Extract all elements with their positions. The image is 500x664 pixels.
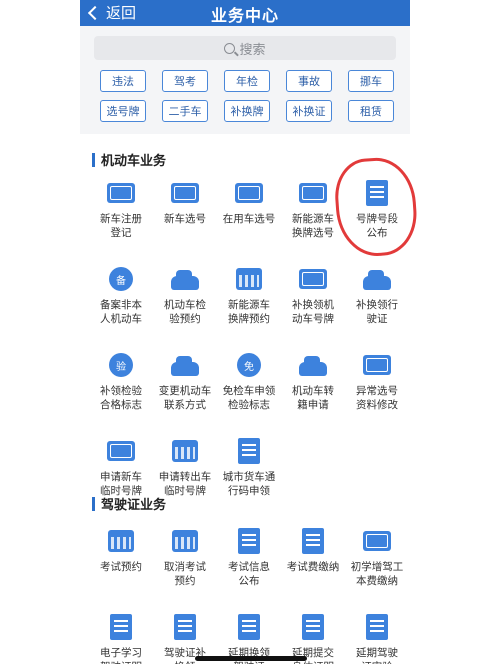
section-title-text: 机动车业务: [101, 154, 167, 169]
service-item[interactable]: 新车选号: [154, 180, 216, 266]
service-item[interactable]: 延期驾驶 证审验: [346, 614, 408, 664]
quick-tag[interactable]: 补换证: [286, 100, 332, 122]
service-label: 取消考试 预约: [164, 561, 206, 587]
service-label: 延期换领 驾驶证: [228, 647, 270, 664]
service-label: 驾驶证补 换领: [164, 647, 206, 664]
quick-tag[interactable]: 违法: [100, 70, 146, 92]
inspect-badge-icon: 验: [106, 352, 136, 378]
exempt-badge-icon: 免: [234, 352, 264, 378]
car-transfer-icon: [298, 352, 328, 378]
ev-calendar-icon: [234, 266, 264, 292]
exam-calendar-icon: [106, 528, 136, 554]
service-label: 在用车选号: [222, 213, 276, 225]
ev-plate-icon: [298, 180, 328, 206]
service-label: 异常选号 资料修改: [356, 385, 398, 411]
service-label: 城市货车通 行码申领: [222, 471, 276, 497]
service-item[interactable]: 新车注册 登记: [90, 180, 152, 266]
cancel-calendar-icon: [170, 528, 200, 554]
service-item[interactable]: 异常选号 资料修改: [346, 352, 408, 438]
service-label: 初学增驾工 本费缴纳: [350, 561, 404, 587]
service-item[interactable]: 初学增驾工 本费缴纳: [346, 528, 408, 614]
quick-tag[interactable]: 驾考: [162, 70, 208, 92]
service-item[interactable]: 机动车转 籍申请: [282, 352, 344, 438]
edit-plate-icon: [362, 352, 392, 378]
temp-plate-icon: [106, 438, 136, 464]
section-title-text: 驾驶证业务: [101, 498, 167, 513]
service-label: 机动车转 籍申请: [292, 385, 334, 411]
exam-info-icon: [234, 528, 264, 554]
delay-renew-icon: [234, 614, 264, 640]
top-navigation-bar: 返回 业务中心: [80, 0, 410, 26]
service-item[interactable]: 电子学习 驾驶证明: [90, 614, 152, 664]
service-item[interactable]: 考试信息 公布: [218, 528, 280, 614]
service-label: 机动车检 验预约: [164, 299, 206, 325]
service-item[interactable]: 验补领检验 合格标志: [90, 352, 152, 438]
service-label: 补换领行 驶证: [356, 299, 398, 325]
search-and-quick-tags: 搜索 违法 驾考 年检 事故 挪车 选号牌 二手车 补换牌 补换证 租赁: [80, 26, 410, 134]
home-indicator: [195, 656, 307, 661]
license-exchange-icon: [362, 266, 392, 292]
service-label: 考试预约: [100, 561, 142, 573]
section-accent-bar: [92, 152, 95, 167]
service-item[interactable]: 补换领行 驶证: [346, 266, 408, 352]
quick-tag-list: 违法 驾考 年检 事故 挪车 选号牌 二手车 补换牌 补换证 租赁: [100, 70, 396, 122]
service-label: 考试费缴纳: [286, 561, 340, 573]
search-placeholder: 搜索: [239, 42, 266, 58]
service-item[interactable]: 新能源车 换牌预约: [218, 266, 280, 352]
quick-tag[interactable]: 租赁: [348, 100, 394, 122]
service-label: 考试信息 公布: [228, 561, 270, 587]
service-item[interactable]: 免免检车申领 检验标志: [218, 352, 280, 438]
delay-review-icon: [362, 614, 392, 640]
service-label: 延期提交 身体证明: [292, 647, 334, 664]
section-accent-bar: [92, 496, 95, 511]
service-label: 变更机动车 联系方式: [158, 385, 212, 411]
plate-exchange-icon: [298, 266, 328, 292]
service-item[interactable]: 考试费缴纳: [282, 528, 344, 614]
service-item[interactable]: 取消考试 预约: [154, 528, 216, 614]
service-label: 电子学习 驾驶证明: [100, 647, 142, 664]
service-label: 补换领机 动车号牌: [292, 299, 334, 325]
license-renew-icon: [170, 614, 200, 640]
record-shield-icon: 备: [106, 266, 136, 292]
delay-health-icon: [298, 614, 328, 640]
service-item[interactable]: 备备案非本 人机动车: [90, 266, 152, 352]
truck-pass-icon: [234, 438, 264, 464]
e-learning-icon: [106, 614, 136, 640]
quick-tag[interactable]: 年检: [224, 70, 270, 92]
search-icon: [224, 42, 236, 54]
service-item[interactable]: 补换领机 动车号牌: [282, 266, 344, 352]
search-input[interactable]: 搜索: [94, 36, 396, 60]
car-phone-icon: [170, 352, 200, 378]
service-item[interactable]: 变更机动车 联系方式: [154, 352, 216, 438]
service-item[interactable]: 在用车选号: [218, 180, 280, 266]
quick-tag[interactable]: 挪车: [348, 70, 394, 92]
service-label: 新能源车 换牌选号: [292, 213, 334, 239]
quick-tag[interactable]: 二手车: [162, 100, 208, 122]
quick-tag[interactable]: 选号牌: [100, 100, 146, 122]
service-label: 免检车申领 检验标志: [222, 385, 276, 411]
transfer-plate-icon: [170, 438, 200, 464]
quick-tag[interactable]: 事故: [286, 70, 332, 92]
section-title-vehicle: 机动车业务: [92, 150, 166, 169]
service-item[interactable]: 城市货车通 行码申领: [218, 438, 280, 524]
license-service-grid: 考试预约 取消考试 预约 考试信息 公布 考试费缴纳 初学增驾工 本费缴纳 电子…: [90, 528, 410, 664]
section-title-license: 驾驶证业务: [92, 494, 166, 513]
service-label: 补领检验 合格标志: [100, 385, 142, 411]
service-label: 延期驾驶 证审验: [356, 647, 398, 664]
car-inspection-icon: [170, 266, 200, 292]
service-label: 新车选号: [164, 213, 206, 225]
no-plate-icon: [234, 180, 264, 206]
service-label: 备案非本 人机动车: [100, 299, 142, 325]
service-item[interactable]: 考试预约: [90, 528, 152, 614]
service-label: 新车注册 登记: [100, 213, 142, 239]
new-plate-icon: [170, 180, 200, 206]
exam-fee-icon: [298, 528, 328, 554]
page-title: 业务中心: [210, 6, 279, 25]
service-item[interactable]: 机动车检 验预约: [154, 266, 216, 352]
new-plate-check-icon: [106, 180, 136, 206]
service-label: 新能源车 换牌预约: [228, 299, 270, 325]
fee-card-icon: [362, 528, 392, 554]
quick-tag[interactable]: 补换牌: [224, 100, 270, 122]
